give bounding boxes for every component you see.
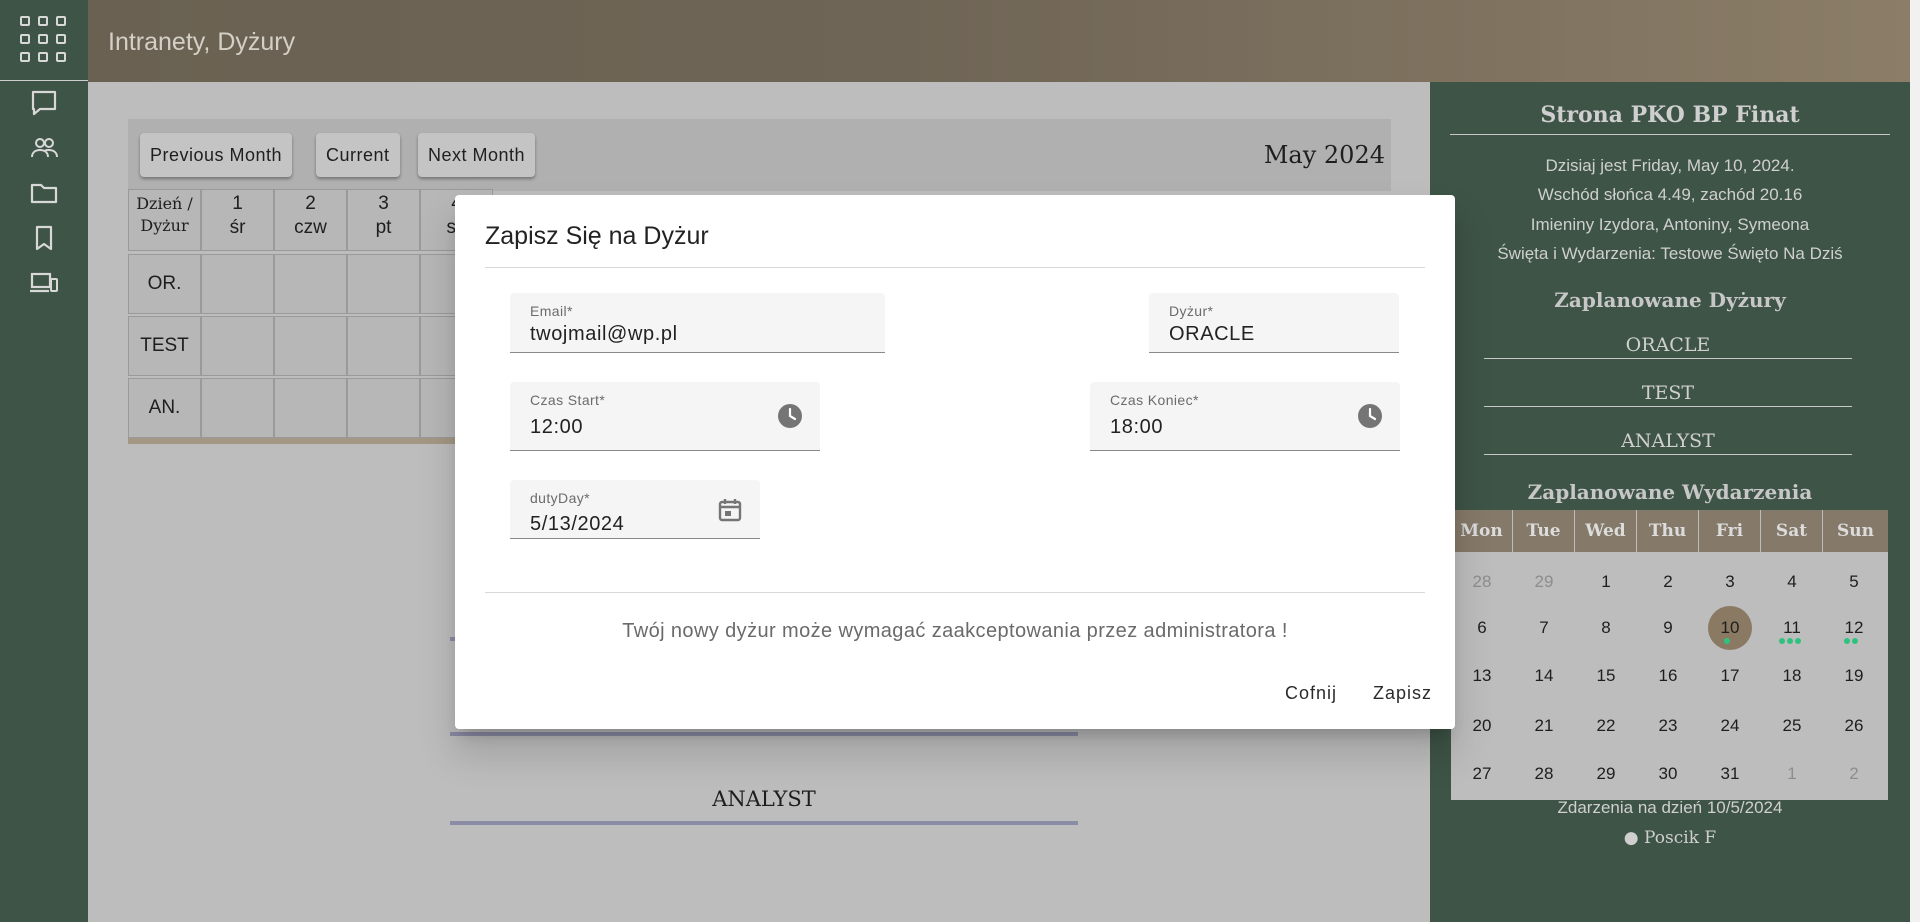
- clock-icon[interactable]: [1356, 402, 1384, 430]
- page-scrollbar[interactable]: [1910, 0, 1920, 922]
- signup-duty-dialog: Zapisz Się na Dyżur Email* twojmail@wp.p…: [455, 195, 1455, 729]
- approval-note: Twój nowy dyżur może wymagać zaakceptowa…: [622, 620, 1288, 642]
- duty-value: ORACLE: [1169, 323, 1255, 345]
- start-time-label: Czas Start*: [530, 392, 606, 408]
- email-value: twojmail@wp.pl: [530, 323, 678, 345]
- cancel-button[interactable]: Cofnij: [1285, 683, 1337, 704]
- dialog-divider: [485, 592, 1425, 593]
- save-button[interactable]: Zapisz: [1373, 683, 1432, 704]
- dialog-divider: [485, 267, 1425, 268]
- end-time-field[interactable]: Czas Koniec* 18:00: [1090, 382, 1400, 451]
- duty-label: Dyżur*: [1169, 303, 1214, 319]
- email-label: Email*: [530, 303, 573, 319]
- duty-day-field[interactable]: dutyDay* 5/13/2024: [510, 480, 760, 539]
- duty-day-label: dutyDay*: [530, 490, 591, 506]
- calendar-icon[interactable]: [716, 496, 744, 524]
- clock-icon[interactable]: [776, 402, 804, 430]
- start-time-field[interactable]: Czas Start* 12:00: [510, 382, 820, 451]
- end-time-value: 18:00: [1110, 416, 1164, 438]
- start-time-value: 12:00: [530, 416, 584, 438]
- duty-select[interactable]: Dyżur* ORACLE: [1149, 293, 1399, 353]
- dialog-title: Zapisz Się na Dyżur: [485, 222, 709, 250]
- email-field[interactable]: Email* twojmail@wp.pl: [510, 293, 885, 353]
- end-time-label: Czas Koniec*: [1110, 392, 1199, 408]
- duty-day-value: 5/13/2024: [530, 513, 625, 535]
